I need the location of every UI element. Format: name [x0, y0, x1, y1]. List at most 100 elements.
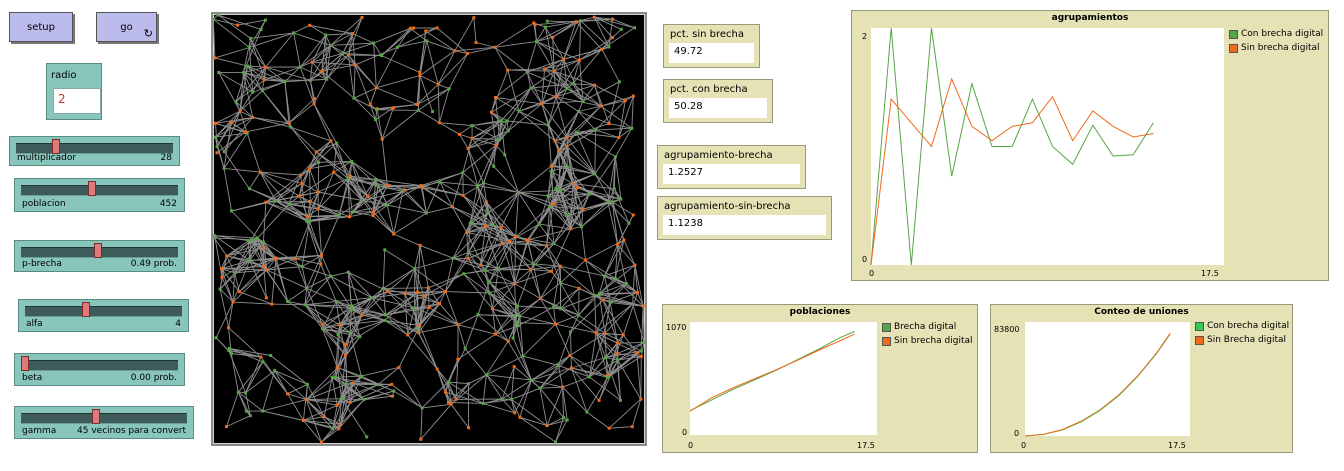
- slider-knob[interactable]: [94, 243, 102, 258]
- network-link: [507, 69, 520, 112]
- network-node: [435, 26, 439, 30]
- network-link: [618, 95, 634, 138]
- network-node: [305, 382, 309, 386]
- slider-knob[interactable]: [81, 302, 90, 317]
- slider-beta[interactable]: beta 0.00 prob.: [14, 353, 185, 386]
- network-node: [639, 354, 643, 358]
- network-node: [631, 94, 635, 98]
- slider-alfa[interactable]: alfa 4: [18, 299, 189, 332]
- network-node: [264, 296, 268, 300]
- network-node: [481, 401, 485, 405]
- network-link: [546, 387, 564, 426]
- network-link: [354, 46, 398, 66]
- legend-swatch: [1195, 335, 1204, 345]
- network-link: [491, 69, 509, 113]
- network-node: [297, 194, 301, 198]
- network-link: [321, 255, 332, 277]
- network-link: [438, 88, 450, 123]
- network-node: [467, 426, 471, 430]
- network-node: [225, 254, 229, 258]
- world-view[interactable]: [211, 12, 647, 446]
- network-link: [274, 370, 288, 395]
- network-node: [301, 419, 305, 422]
- network-node: [371, 214, 375, 218]
- network-node: [581, 207, 585, 211]
- network-node: [574, 20, 578, 24]
- network-node: [300, 265, 304, 269]
- network-node: [490, 110, 493, 114]
- network-node: [241, 71, 245, 75]
- network-node: [366, 194, 370, 198]
- radio-input[interactable]: 2: [53, 88, 101, 114]
- network-link: [519, 416, 556, 443]
- network-link: [393, 212, 427, 235]
- network-node: [517, 109, 521, 113]
- network-link: [284, 66, 301, 83]
- network-node: [258, 170, 262, 174]
- network-node: [330, 375, 334, 379]
- legend-item: Sin Brecha digital: [1195, 333, 1289, 347]
- network-node: [446, 400, 450, 404]
- network-link: [636, 352, 642, 400]
- network-node: [607, 426, 611, 430]
- network-node: [581, 99, 585, 103]
- network-node: [438, 180, 442, 184]
- network-link: [393, 233, 421, 246]
- plot-area: [871, 28, 1224, 265]
- slider-gamma[interactable]: gamma 45 vecinos para convert: [14, 406, 194, 439]
- network-node: [529, 86, 533, 90]
- network-link: [617, 341, 645, 344]
- network-node: [507, 239, 511, 243]
- network-link: [353, 97, 377, 111]
- network-node: [516, 190, 520, 194]
- network-node: [558, 264, 562, 268]
- setup-button[interactable]: setup: [9, 12, 73, 42]
- slider-knob[interactable]: [92, 409, 101, 424]
- network-node: [286, 392, 290, 396]
- network-node: [616, 243, 620, 247]
- network-node: [456, 323, 460, 327]
- network-node: [230, 209, 233, 213]
- network-node: [427, 306, 431, 309]
- slider-p-brecha[interactable]: p-brecha 0.49 prob.: [14, 240, 185, 272]
- network-link: [232, 301, 272, 305]
- network-node: [376, 184, 380, 188]
- y-tick-min: 0: [862, 255, 868, 264]
- legend-swatch: [882, 336, 891, 346]
- network-node: [568, 354, 572, 357]
- network-node: [635, 351, 639, 355]
- slider-poblacion[interactable]: poblacion 452: [14, 178, 185, 212]
- network-link: [511, 399, 548, 426]
- y-tick-max: 1070: [666, 323, 687, 332]
- network-link: [494, 46, 528, 73]
- network-node: [215, 151, 219, 155]
- network-node: [292, 31, 296, 35]
- network-node: [312, 102, 316, 106]
- network-node: [306, 215, 309, 218]
- network-node: [518, 314, 522, 318]
- network-node: [611, 17, 614, 21]
- go-button[interactable]: go ↻: [96, 12, 157, 42]
- legend-swatch: [1229, 43, 1238, 53]
- network-link: [293, 32, 301, 68]
- slider-knob[interactable]: [21, 356, 29, 371]
- go-button-label: go: [120, 21, 133, 33]
- network-node: [492, 164, 496, 168]
- network-node: [308, 200, 312, 203]
- network-node: [350, 307, 354, 311]
- network-node: [461, 194, 465, 197]
- network-node: [320, 253, 324, 257]
- network-link: [613, 188, 630, 224]
- slider-multiplicador[interactable]: multiplicador 28: [9, 136, 180, 166]
- network-link: [560, 287, 580, 310]
- network-link: [475, 42, 496, 48]
- network-node: [554, 322, 557, 326]
- legend-label: Sin brecha digital: [1241, 43, 1320, 53]
- network-link: [271, 257, 277, 305]
- network-node: [593, 83, 597, 87]
- network-link: [594, 130, 596, 174]
- slider-knob[interactable]: [51, 139, 60, 154]
- network-link: [257, 204, 290, 239]
- network-link: [640, 356, 642, 400]
- slider-knob[interactable]: [88, 181, 97, 196]
